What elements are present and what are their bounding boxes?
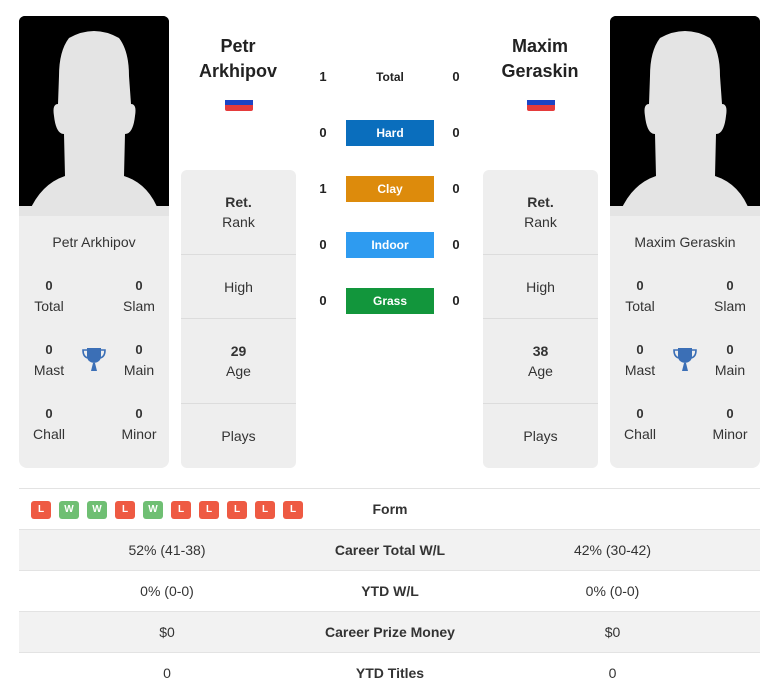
comparison-table: LWWLWLLLLL Form 52% (41-38) Career Total… (19, 488, 760, 694)
player1-high: High (181, 255, 296, 319)
h2h-row-hard: 0 Hard 0 (310, 120, 470, 146)
form-badge-loss[interactable]: L (171, 501, 191, 519)
player2-name-heading[interactable]: Maxim Geraskin (475, 34, 605, 84)
player1-plays: Plays (221, 428, 256, 444)
player-silhouette-icon (19, 16, 169, 216)
surface-total-label: Total (376, 70, 404, 84)
player2-card-name[interactable]: Maxim Geraskin (610, 234, 760, 250)
player1-age: 29 Age (181, 319, 296, 404)
player2-info-column: Ret. Rank High 38 Age Plays (483, 170, 598, 468)
form-badge-loss[interactable]: L (115, 501, 135, 519)
h2h-row-total: 1 Total 0 (310, 64, 470, 90)
player1-titles-minor: 0 Minor (121, 406, 157, 442)
player1-titles-slam: 0 Slam (123, 278, 155, 314)
trophy-icon (673, 348, 697, 371)
player2-card: Maxim Geraskin 0 Total 0 Slam 0 Mast 0 M… (610, 216, 760, 468)
player-silhouette-icon (610, 16, 760, 216)
table-row: $0 Career Prize Money $0 (19, 612, 760, 653)
form-badge-loss[interactable]: L (31, 501, 51, 519)
form-badge-win[interactable]: W (87, 501, 107, 519)
surface-grass-button[interactable]: Grass (346, 288, 434, 314)
table-row: 52% (41-38) Career Total W/L 42% (30-42) (19, 530, 760, 571)
surface-clay-button[interactable]: Clay (346, 176, 434, 202)
player1-photo (19, 16, 169, 216)
player1-card: Petr Arkhipov 0 Total 0 Slam 0 Mast 0 Ma… (19, 216, 169, 468)
form-badge-loss[interactable]: L (199, 501, 219, 519)
surface-hard-button[interactable]: Hard (346, 120, 434, 146)
form-row: LWWLWLLLLL Form (19, 489, 760, 530)
form-badge-win[interactable]: W (59, 501, 79, 519)
player1-titles-main: 0 Main (123, 342, 155, 378)
player1-name-heading[interactable]: Petr Arkhipov (173, 34, 303, 84)
player2-titles-slam: 0 Slam (714, 278, 746, 314)
player2-titles-main: 0 Main (714, 342, 746, 378)
table-row: 0 YTD Titles 0 (163, 665, 617, 681)
player1-form-badges: LWWLWLLLLL (31, 501, 303, 519)
trophy-icon (82, 348, 106, 371)
player2-high: High (483, 255, 598, 319)
h2h-row-indoor: 0 Indoor 0 (310, 232, 470, 258)
h2h-row-grass: 0 Grass 0 (310, 288, 470, 314)
form-badge-loss[interactable]: L (255, 501, 275, 519)
player1-rank: Ret. Rank (181, 170, 296, 255)
form-badge-loss[interactable]: L (227, 501, 247, 519)
player2-titles-chall: 0 Chall (624, 406, 656, 442)
form-badge-win[interactable]: W (143, 501, 163, 519)
player2-titles-mast: 0 Mast (624, 342, 656, 378)
player2-rank: Ret. Rank (483, 170, 598, 255)
form-label: Form (372, 501, 408, 517)
player1-titles-total: 0 Total (34, 278, 64, 314)
player2-photo (610, 16, 760, 216)
player2-plays: Plays (523, 428, 558, 444)
table-row: 0% (0-0) YTD W/L 0% (0-0) (19, 571, 760, 612)
player2-titles-minor: 0 Minor (712, 406, 748, 442)
surface-indoor-button[interactable]: Indoor (346, 232, 434, 258)
player2-russia-flag-icon (527, 97, 555, 111)
player2-titles-total: 0 Total (625, 278, 655, 314)
player1-info-column: Ret. Rank High 29 Age Plays (181, 170, 296, 468)
form-badge-loss[interactable]: L (283, 501, 303, 519)
player1-titles-chall: 0 Chall (33, 406, 65, 442)
player1-russia-flag-icon (225, 97, 253, 111)
player1-titles-mast: 0 Mast (33, 342, 65, 378)
h2h-row-clay: 1 Clay 0 (310, 176, 470, 202)
player2-age: 38 Age (483, 319, 598, 404)
player1-card-name[interactable]: Petr Arkhipov (19, 234, 169, 250)
